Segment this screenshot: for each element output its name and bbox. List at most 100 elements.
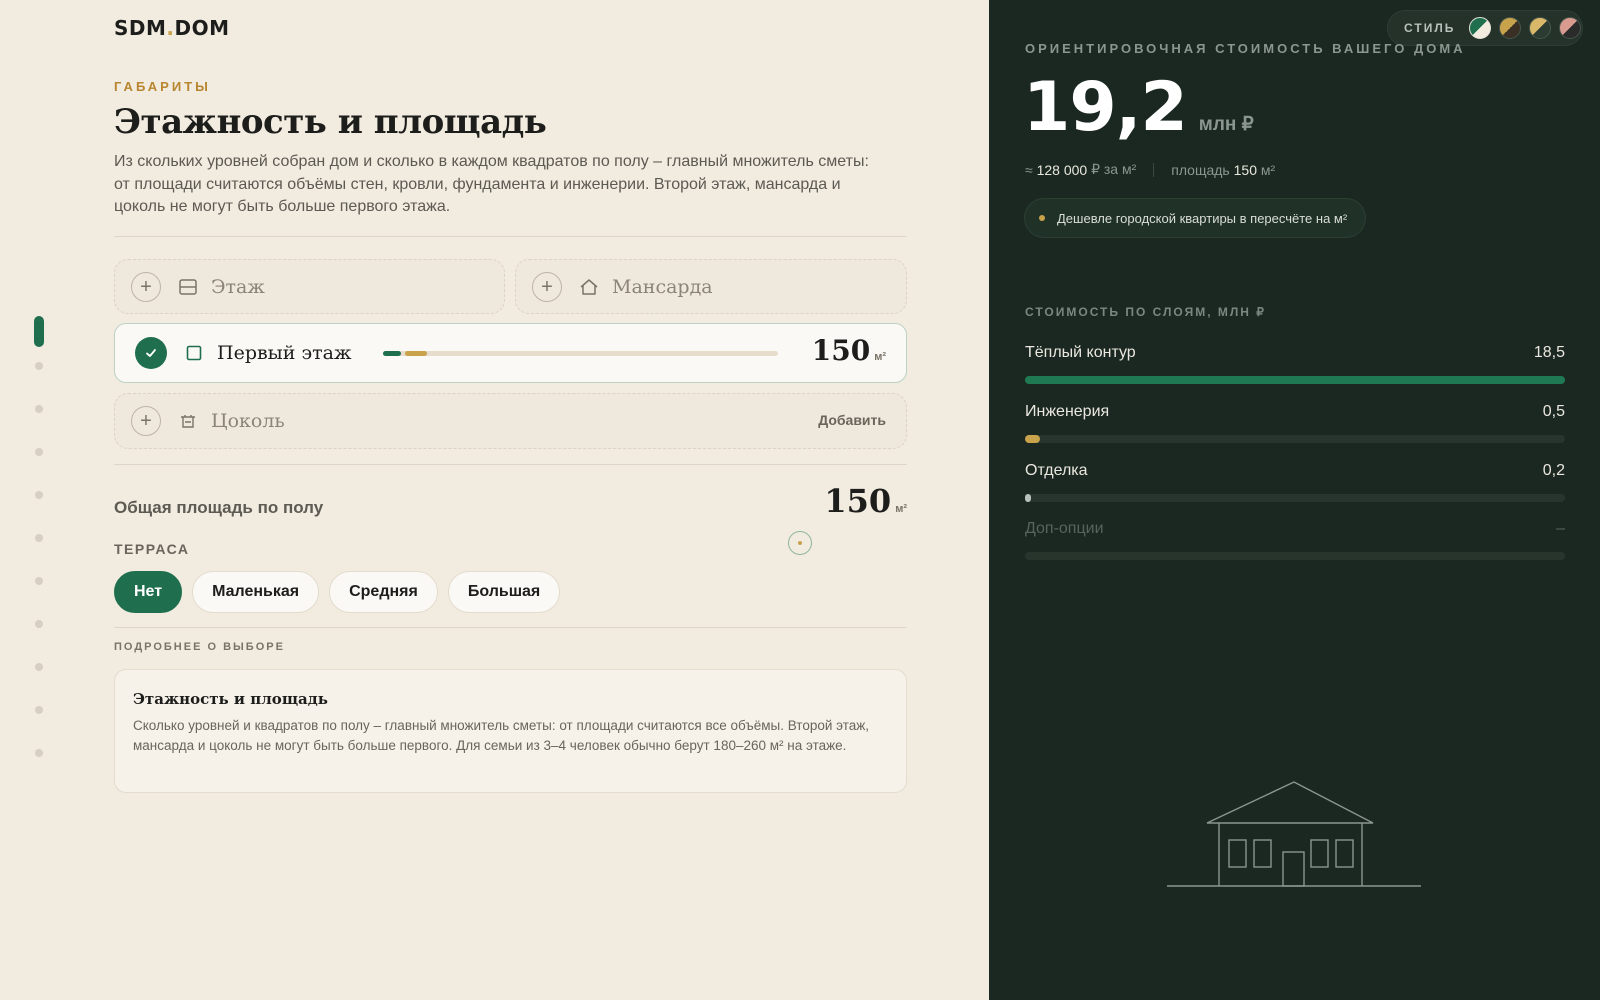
first-floor-area: 150 м² bbox=[812, 334, 886, 367]
logo-text-left: SDM bbox=[114, 16, 167, 40]
per-m2-prefix: ≈ bbox=[1025, 161, 1033, 178]
step-indicator-active[interactable] bbox=[34, 316, 44, 347]
house-illustration-icon bbox=[1167, 781, 1421, 887]
layer-row-shell: Тёплый контур 18,5 bbox=[1025, 344, 1565, 384]
layer-value: – bbox=[1556, 520, 1565, 537]
step-dot[interactable] bbox=[35, 362, 43, 370]
step-dot[interactable] bbox=[35, 577, 43, 585]
details-label: ПОДРОБНЕЕ О ВЫБОРЕ bbox=[114, 641, 285, 653]
terrace-options: Нет Маленькая Средняя Большая bbox=[114, 571, 561, 613]
layer-value: 0,5 bbox=[1542, 403, 1565, 420]
logo-dot: . bbox=[166, 16, 175, 40]
separator bbox=[1153, 162, 1155, 177]
section-description: Из скольких уровней собран дом и сколько… bbox=[114, 153, 869, 215]
step-dot[interactable] bbox=[35, 491, 43, 499]
style-swatch-rose[interactable] bbox=[1559, 17, 1582, 39]
floor-area-slider-fill bbox=[383, 351, 401, 356]
badge-dot bbox=[1039, 215, 1045, 221]
add-basement-button[interactable]: Добавить bbox=[818, 412, 886, 428]
step-dot[interactable] bbox=[35, 448, 43, 456]
area-value: 150 bbox=[1233, 161, 1257, 178]
layer-row-engineering: Инженерия 0,5 bbox=[1025, 403, 1565, 443]
add-floor-label: Этаж bbox=[211, 275, 265, 298]
section-eyebrow: ГАБАРИТЫ bbox=[114, 79, 211, 94]
first-floor-area-value: 150 bbox=[811, 334, 871, 367]
price-unit: млн ₽ bbox=[1198, 114, 1254, 135]
layer-name: Доп-опции bbox=[1025, 520, 1104, 537]
plus-icon[interactable]: + bbox=[131, 271, 161, 302]
estimate-substats: ≈ 128 000 ₽ за м² площадь 150 м² bbox=[1025, 161, 1275, 178]
layer-bar-track bbox=[1025, 435, 1565, 443]
logo[interactable]: SDM.DOM bbox=[114, 16, 230, 40]
step-dot[interactable] bbox=[35, 706, 43, 714]
style-swatch-gold[interactable] bbox=[1499, 17, 1522, 39]
add-attic-card[interactable]: + Мансарда bbox=[515, 259, 907, 314]
per-m2-value: 128 000 bbox=[1036, 161, 1088, 178]
check-icon[interactable] bbox=[135, 337, 167, 369]
terrace-option-medium[interactable]: Средняя bbox=[329, 571, 438, 613]
total-area-label: Общая площадь по полу bbox=[114, 498, 324, 517]
layer-name: Отделка bbox=[1025, 462, 1088, 479]
step-dot[interactable] bbox=[35, 405, 43, 413]
style-switcher-label: СТИЛЬ bbox=[1404, 21, 1456, 35]
divider bbox=[114, 464, 907, 465]
estimate-price: 19,2 млн ₽ bbox=[1023, 68, 1254, 147]
step-dot[interactable] bbox=[35, 663, 43, 671]
step-dot[interactable] bbox=[35, 749, 43, 757]
target-icon[interactable] bbox=[788, 531, 812, 555]
layer-bar-fill bbox=[1025, 494, 1031, 502]
estimate-eyebrow: ОРИЕНТИРОВОЧНАЯ СТОИМОСТЬ ВАШЕГО ДОМА bbox=[1025, 41, 1466, 56]
details-title: Этажность и площадь bbox=[133, 690, 328, 708]
first-floor-label: Первый этаж bbox=[217, 342, 352, 364]
house-icon bbox=[578, 276, 600, 298]
style-swatch-sand[interactable] bbox=[1529, 17, 1552, 39]
layer-bar-track bbox=[1025, 494, 1565, 502]
terrace-label: ТЕРРАСА bbox=[114, 541, 190, 557]
configurator-panel: SDM.DOM ГАБАРИТЫ Этажность и площадь Из … bbox=[0, 0, 989, 1000]
comparison-badge: Дешевле городской квартиры в пересчёте н… bbox=[1024, 198, 1367, 238]
floor-area-slider-handle[interactable] bbox=[405, 351, 427, 356]
square-icon bbox=[183, 342, 205, 364]
first-floor-card[interactable]: Первый этаж 150 м² bbox=[114, 323, 907, 383]
step-rail bbox=[34, 316, 44, 792]
layer-row-extras: Доп-опции – bbox=[1025, 520, 1565, 560]
total-area: 150 м² bbox=[824, 482, 907, 520]
page-title: Этажность и площадь bbox=[114, 102, 547, 142]
divider bbox=[114, 627, 907, 628]
price-value: 19,2 bbox=[1023, 68, 1188, 147]
divider bbox=[114, 236, 907, 237]
add-attic-label: Мансарда bbox=[612, 275, 713, 298]
total-area-value: 150 bbox=[824, 482, 892, 520]
layer-name: Тёплый контур bbox=[1025, 344, 1136, 361]
floor-area-slider[interactable] bbox=[383, 351, 778, 356]
logo-text-right: DOM bbox=[174, 16, 230, 40]
per-m2-suffix: ₽ за м² bbox=[1091, 161, 1137, 177]
basement-icon bbox=[177, 410, 199, 432]
layers-label: СТОИМОСТЬ ПО СЛОЯМ, МЛН ₽ bbox=[1025, 305, 1266, 319]
layer-value: 18,5 bbox=[1533, 344, 1565, 361]
badge-text: Дешевле городской квартиры в пересчёте н… bbox=[1057, 210, 1348, 226]
layer-name: Инженерия bbox=[1025, 403, 1110, 420]
area-prefix: площадь bbox=[1171, 161, 1230, 178]
step-dot[interactable] bbox=[35, 534, 43, 542]
plus-icon[interactable]: + bbox=[532, 271, 562, 302]
layer-value: 0,2 bbox=[1542, 462, 1565, 479]
total-area-unit: м² bbox=[895, 503, 907, 515]
first-floor-area-unit: м² bbox=[874, 351, 886, 363]
layer-row-finishing: Отделка 0,2 bbox=[1025, 462, 1565, 502]
area-unit: м² bbox=[1260, 161, 1276, 178]
details-body: Сколько уровней и квадратов по полу – гл… bbox=[133, 718, 870, 753]
basement-label: Цоколь bbox=[211, 410, 285, 432]
step-dot[interactable] bbox=[35, 620, 43, 628]
plus-icon[interactable]: + bbox=[131, 406, 161, 436]
details-card: Этажность и площадь Сколько уровней и кв… bbox=[114, 669, 907, 793]
layer-bar-fill bbox=[1025, 435, 1040, 443]
add-floor-card[interactable]: + Этаж bbox=[114, 259, 505, 314]
layer-bar-track bbox=[1025, 552, 1565, 560]
terrace-option-large[interactable]: Большая bbox=[447, 571, 561, 613]
layer-bar-track bbox=[1025, 376, 1565, 384]
style-swatch-green[interactable] bbox=[1469, 17, 1492, 39]
terrace-option-none[interactable]: Нет bbox=[114, 571, 183, 613]
terrace-option-small[interactable]: Маленькая bbox=[192, 571, 320, 613]
add-basement-card[interactable]: + Цоколь Добавить bbox=[114, 393, 907, 449]
